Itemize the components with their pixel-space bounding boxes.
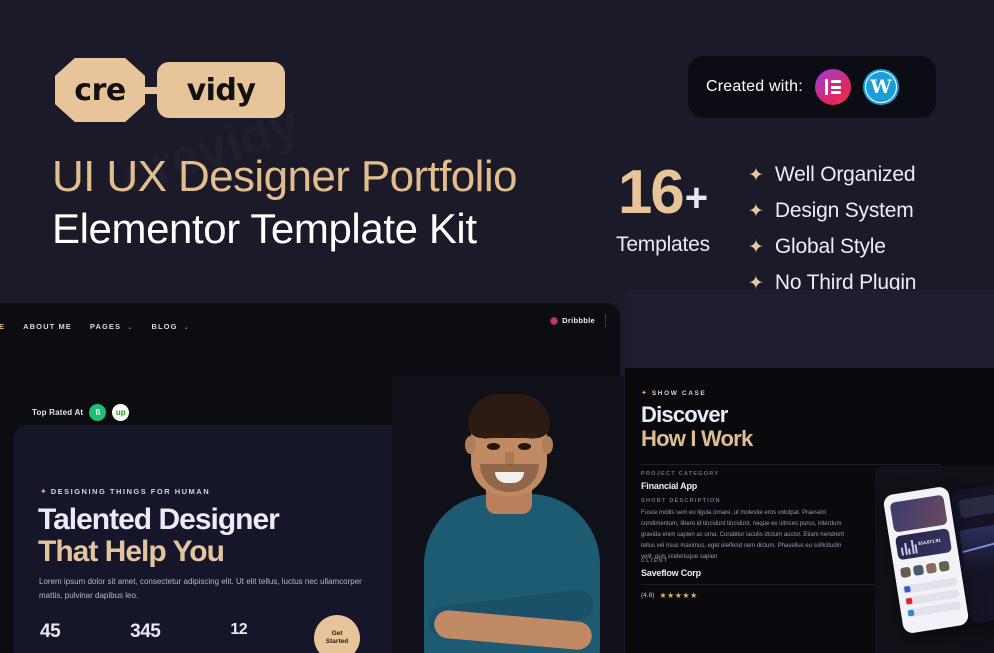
stat-value: 45 xyxy=(40,621,61,642)
nav-item-about-me[interactable]: ABOUT ME xyxy=(23,322,72,331)
feature-label: Well Organized xyxy=(774,163,916,186)
stat-value: 12 xyxy=(230,621,248,638)
hero-title-line-1: Talented Designer xyxy=(38,503,280,536)
showcase-title-line-2: How I Work xyxy=(641,426,753,451)
nav-label: BLOG xyxy=(151,321,178,331)
showcase-kicker-label: SHOW CASE xyxy=(651,389,707,397)
logo-dash xyxy=(144,86,158,94)
hero-title-line-2: That Help You xyxy=(38,535,225,568)
template-count-caption: Templates xyxy=(616,232,710,256)
showcase-title-line-1: Discover xyxy=(641,402,728,427)
created-with-badge: Created with: W xyxy=(688,56,936,118)
sparkle-icon: ✦ xyxy=(40,487,47,496)
get-started-line-2: Started xyxy=(325,638,349,645)
hero-kicker-label: DESIGNING THINGS FOR HUMAN xyxy=(50,487,211,496)
nav-label: ABOUT ME xyxy=(23,321,72,331)
short-description-text: Fusce mollis sem eu ligula ornare, ut mo… xyxy=(641,510,845,561)
divider xyxy=(641,464,941,465)
stat-value: 345 xyxy=(130,621,161,642)
designer-portrait-photo xyxy=(392,376,624,653)
mobile-app-mockup: $14,671.91 xyxy=(875,466,994,653)
divider xyxy=(605,314,606,327)
feature-label: Design System xyxy=(774,199,914,222)
hero-paragraph: Lorem ipsum dolor sit amet, consectetur … xyxy=(39,577,362,600)
get-started-button[interactable]: Get Started xyxy=(314,615,360,653)
elementor-icon[interactable] xyxy=(814,69,851,105)
created-with-label: Created with: xyxy=(706,78,803,95)
logo-hex-shape: cre xyxy=(55,58,145,122)
headline-line-2: Elementor Template Kit xyxy=(52,205,477,253)
preview-navbar: PAGE ABOUT ME PAGES ⌄ BLOG ⌄ xyxy=(0,313,620,339)
nav-items: PAGE ABOUT ME PAGES ⌄ BLOG ⌄ xyxy=(0,322,190,331)
fiverr-badge-icon[interactable]: fi xyxy=(89,404,107,421)
top-rated-label: Top Rated At xyxy=(32,408,84,417)
project-category-value: Financial App xyxy=(641,481,698,491)
chevron-down-icon: ⌄ xyxy=(127,324,134,331)
feature-label: Global Style xyxy=(774,235,886,258)
hero-kicker: ✦ DESIGNING THINGS FOR HUMAN xyxy=(40,487,210,496)
nav-item-blog[interactable]: BLOG ⌄ xyxy=(151,322,189,331)
feature-item: ✦ Design System xyxy=(748,199,916,223)
get-started-line-1: Get xyxy=(331,629,343,637)
client-value: Saveflow Corp xyxy=(641,568,701,578)
sparkle-icon: ✦ xyxy=(641,390,647,397)
hero-stats: 45 345 12 xyxy=(40,621,248,643)
dribbble-label: Dribbble xyxy=(562,316,595,325)
nav-label: PAGES xyxy=(89,321,122,331)
upwork-badge-icon[interactable]: up xyxy=(112,404,130,421)
template-count-plus: + xyxy=(684,176,709,220)
logo-pill-shape: vidy xyxy=(157,62,285,118)
project-category-label: PROJECT CATEGORY xyxy=(641,471,720,477)
feature-item: ✦ Global Style xyxy=(748,235,916,259)
feature-list: ✦ Well Organized ✦ Design System ✦ Globa… xyxy=(748,163,916,295)
template-count: 16 + Templates xyxy=(600,158,726,257)
dribbble-icon xyxy=(550,316,559,325)
nav-item-homepage[interactable]: PAGE xyxy=(0,322,5,331)
chevron-down-icon: ⌄ xyxy=(183,324,190,331)
headline-line-1: UI UX Designer Portfolio xyxy=(52,152,518,201)
template-count-number: 16 xyxy=(617,158,685,227)
wordpress-icon[interactable]: W xyxy=(862,69,899,105)
right-panel-backdrop xyxy=(625,290,994,368)
sparkle-icon: ✦ xyxy=(748,164,764,186)
showcase-kicker: ✦ SHOW CASE xyxy=(641,389,707,398)
nav-label: PAGE xyxy=(0,321,6,331)
feature-item: ✦ Well Organized xyxy=(748,163,916,187)
client-label: CLIENT xyxy=(641,558,669,564)
rating-row: (4.8) ★★★★★ xyxy=(641,591,698,600)
top-rated-row: Top Rated At fi up xyxy=(32,404,130,421)
page-title: UI UX Designer Portfolio Elementor Templ… xyxy=(52,152,518,254)
logo-text-vidy: vidy xyxy=(186,72,256,108)
nav-item-pages[interactable]: PAGES ⌄ xyxy=(90,322,134,331)
dribbble-link[interactable]: Dribbble xyxy=(550,314,606,327)
sparkle-icon: ✦ xyxy=(748,236,764,258)
poster-canvas: cre vidy cre vidy Created with: W UI UX D… xyxy=(0,0,994,653)
logo-text-cre: cre xyxy=(74,72,126,108)
rating-value: (4.8) xyxy=(641,592,655,599)
rating-stars-icon: ★★★★★ xyxy=(659,591,698,600)
short-description-label: SHORT DESCRIPTION xyxy=(641,498,721,504)
brand-logo[interactable]: cre vidy xyxy=(55,58,285,122)
sparkle-icon: ✦ xyxy=(748,200,764,222)
